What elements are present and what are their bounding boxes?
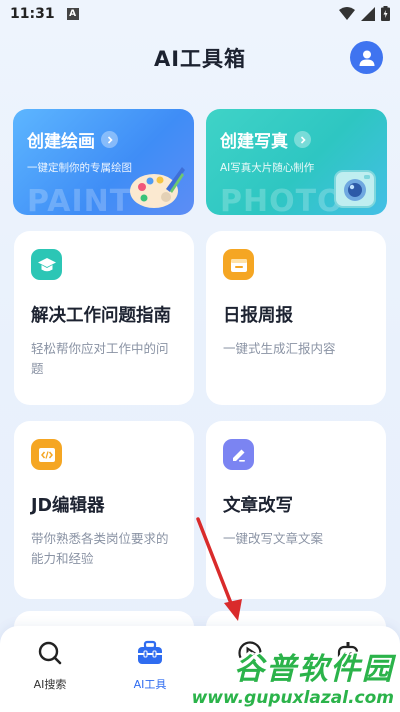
annotation-arrow bbox=[196, 517, 242, 621]
nav-label: AI搜索 bbox=[33, 678, 67, 691]
tool-card-jd-editor[interactable]: JD编辑器 带你熟悉各类岗位要求的能力和经验 bbox=[14, 421, 194, 599]
signal-icon bbox=[361, 6, 375, 21]
tool-card-work-guide[interactable]: 解决工作问题指南 轻松帮你应对工作中的问题 bbox=[14, 231, 194, 405]
photo-watermark: PHOTO bbox=[220, 184, 344, 215]
page-title: AI工具箱 bbox=[153, 47, 247, 71]
status-time: 11:31 bbox=[10, 6, 55, 22]
tool-desc: 带你熟悉各类岗位要求的能力和经验 bbox=[31, 531, 169, 566]
tool-card-daily-report[interactable]: 日报周报 一键式生成汇报内容 bbox=[206, 231, 386, 405]
tool-desc: 一键式生成汇报内容 bbox=[223, 341, 336, 356]
nav-label: AI工具 bbox=[133, 678, 167, 691]
tool-title: 日报周报 bbox=[223, 306, 293, 326]
search-icon bbox=[10, 638, 90, 668]
watermark-url: www.gupuxlazal.com bbox=[191, 688, 394, 708]
pencil-icon bbox=[223, 439, 254, 470]
chevron-right-icon bbox=[101, 131, 118, 148]
create-photo-card[interactable]: PHOTO 创建写真 AI写真大片随心制作 bbox=[206, 109, 387, 215]
tool-desc: 轻松帮你应对工作中的问题 bbox=[31, 341, 169, 376]
camera-icon bbox=[334, 170, 376, 208]
user-icon bbox=[359, 50, 374, 66]
tool-title: 文章改写 bbox=[223, 496, 293, 516]
code-doc-icon bbox=[31, 439, 62, 470]
tool-title: JD编辑器 bbox=[31, 496, 105, 516]
avatar[interactable] bbox=[350, 41, 383, 74]
site-watermark: 谷普软件园 www.gupuxlazal.com bbox=[192, 644, 394, 708]
chevron-right-icon bbox=[294, 131, 311, 148]
toolbox-icon bbox=[110, 638, 190, 668]
battery-icon bbox=[381, 6, 390, 21]
create-painting-title: 创建绘画 bbox=[27, 132, 95, 152]
status-indicators bbox=[339, 6, 390, 21]
paint-watermark: PAINT bbox=[27, 184, 132, 215]
graduation-cap-icon bbox=[31, 249, 62, 280]
palette-icon bbox=[130, 167, 185, 208]
header: AI工具箱 bbox=[0, 38, 400, 78]
nav-item-ai-tools[interactable]: AI工具 bbox=[110, 638, 190, 692]
wifi-icon bbox=[339, 6, 355, 20]
tool-title: 解决工作问题指南 bbox=[31, 306, 171, 326]
create-photo-title: 创建写真 bbox=[220, 132, 288, 152]
watermark-brand: 谷普软件园 bbox=[234, 652, 394, 687]
notification-a-icon: A bbox=[66, 8, 79, 20]
nav-item-ai-search[interactable]: AI搜索 bbox=[10, 638, 90, 692]
status-bar: 11:31 A bbox=[0, 0, 400, 28]
calendar-icon bbox=[223, 249, 254, 280]
create-painting-card[interactable]: PAINT 创建绘画 一键定制你的专属绘图 bbox=[13, 109, 194, 215]
